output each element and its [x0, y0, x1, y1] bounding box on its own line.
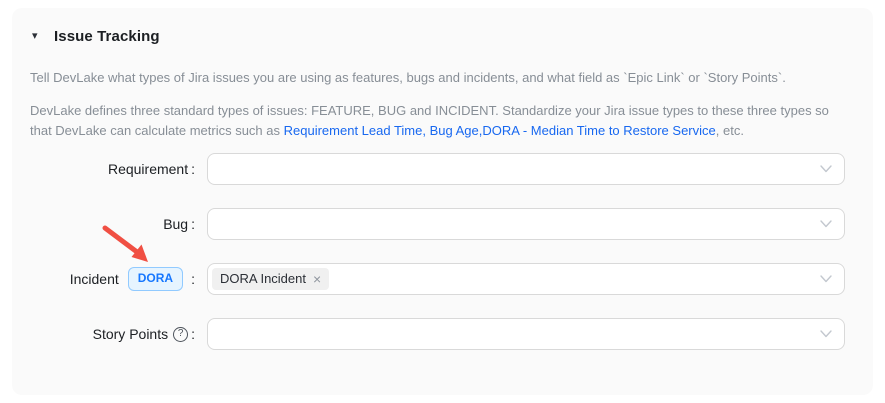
selected-tag-label: DORA Incident	[220, 271, 306, 286]
description-line-2: DevLake defines three standard types of …	[30, 101, 845, 141]
label-colon: :	[191, 216, 195, 232]
tag-close-icon[interactable]: ×	[313, 272, 321, 286]
story-points-row: Story Points ? :	[30, 318, 845, 350]
bug-label: Bug :	[30, 216, 195, 232]
requirement-select[interactable]	[207, 153, 845, 185]
section-title: Issue Tracking	[54, 28, 160, 45]
issue-tracking-form: Requirement : Bug : Incident	[30, 153, 845, 350]
collapse-caret-icon[interactable]: ▾	[32, 31, 44, 42]
bug-label-text: Bug	[163, 216, 188, 232]
chevron-down-icon	[820, 220, 832, 228]
bug-select[interactable]	[207, 208, 845, 240]
requirement-label: Requirement :	[30, 161, 195, 177]
chevron-down-icon	[820, 330, 832, 338]
chevron-down-icon	[820, 165, 832, 173]
incident-select[interactable]: DORA Incident ×	[207, 263, 845, 295]
link-requirement-lead-time[interactable]: Requirement Lead Time	[284, 123, 423, 138]
story-points-label: Story Points ? :	[30, 326, 195, 342]
description-line-1: Tell DevLake what types of Jira issues y…	[30, 68, 845, 88]
description-line-2-suffix: , etc.	[716, 123, 744, 138]
link-dora-median-time-to-restore[interactable]: DORA - Median Time to Restore Service	[482, 123, 715, 138]
label-colon: :	[191, 161, 195, 177]
issue-tracking-panel: ▾ Issue Tracking Tell DevLake what types…	[12, 8, 873, 395]
chevron-down-icon	[820, 275, 832, 283]
requirement-label-text: Requirement	[108, 161, 188, 177]
incident-row: Incident DORA : DORA Incident ×	[30, 263, 845, 295]
help-icon[interactable]: ?	[173, 327, 188, 342]
link-separator: ,	[422, 123, 429, 138]
link-bug-age[interactable]: Bug Age	[430, 123, 479, 138]
bug-row: Bug :	[30, 208, 845, 240]
selected-tag: DORA Incident ×	[212, 268, 329, 290]
section-header[interactable]: ▾ Issue Tracking	[32, 26, 845, 46]
incident-label-text: Incident	[70, 271, 119, 287]
story-points-select[interactable]	[207, 318, 845, 350]
dora-badge: DORA	[128, 267, 183, 290]
story-points-label-text: Story Points	[93, 326, 168, 342]
incident-label: Incident DORA :	[30, 267, 195, 290]
requirement-row: Requirement :	[30, 153, 845, 185]
label-colon: :	[191, 271, 195, 287]
label-colon: :	[191, 326, 195, 342]
